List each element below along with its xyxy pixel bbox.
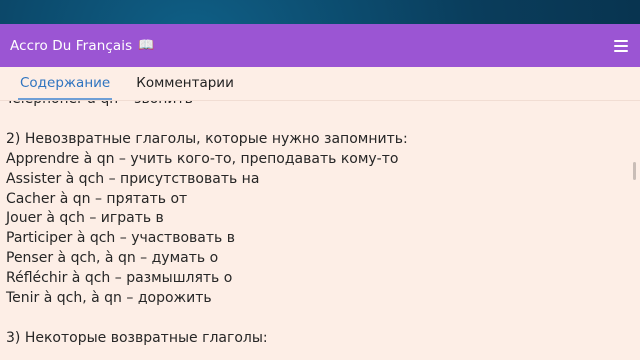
app-title: Accro Du Français [10,37,133,54]
hamburger-menu-icon[interactable] [614,39,628,52]
text-line: Jouer à qch – играть в [6,210,164,227]
article-content: Téléphoner à qn – звонить 2) Невозвратны… [0,101,626,360]
scrollbar-thumb[interactable] [633,162,636,180]
article-text: Téléphoner à qn – звонить 2) Невозвратны… [6,101,408,349]
section-heading: 3) Некоторые возвратные глаголы: [6,329,268,346]
tab-comments[interactable]: Комментарии [136,67,234,100]
text-line: Assister à qch – присутствовать на [6,170,260,187]
text-line: Apprendre à qn – учить кого-то, преподав… [6,150,399,167]
app-bar: Accro Du Français 📖 [0,24,640,67]
app-window: Accro Du Français 📖 Содержание Комментар… [0,24,640,360]
text-line: Participer à qch – участвовать в [6,230,235,247]
text-line: Tenir à qch, à qn – дорожить [6,290,212,307]
tab-contents[interactable]: Содержание [17,67,113,100]
text-line: Penser à qch, à qn – думать о [6,250,219,267]
vertical-scrollbar[interactable] [626,67,640,360]
app-title-group: Accro Du Français 📖 [10,38,155,54]
open-book-icon: 📖 [138,38,155,53]
text-line: Téléphoner à qn – звонить [6,101,408,110]
text-line: Réfléchir à qch – размышлять о [6,270,233,287]
tab-bar: Содержание Комментарии [0,67,640,101]
text-line: Cacher à qn – прятать от [6,190,188,207]
section-heading: 2) Невозвратные глаголы, которые нужно з… [6,130,408,147]
